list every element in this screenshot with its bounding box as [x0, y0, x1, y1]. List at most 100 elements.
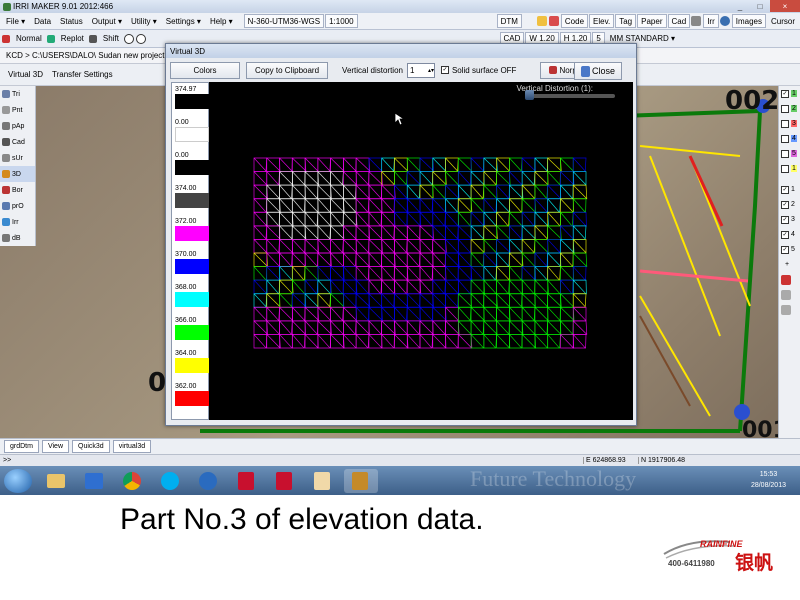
layer-checkbox[interactable] — [781, 164, 789, 173]
layer-checkbox[interactable]: ✓ — [781, 215, 789, 224]
3d-viewport[interactable]: Vertical Distortion (1): — [209, 82, 633, 420]
shift-tool[interactable]: Shift — [99, 30, 124, 47]
add-layer-icon[interactable]: + — [779, 257, 800, 272]
irr-button[interactable]: Irr — [703, 14, 719, 28]
layer-checkbox[interactable]: ✓ — [781, 245, 789, 254]
legend-entry[interactable]: 362.00 — [175, 382, 209, 406]
solid-surface-toggle[interactable]: ✓ Solid surface OFF — [440, 66, 516, 75]
menu-output[interactable]: Output ▾ — [88, 13, 127, 29]
layer-item[interactable]: ✓ 5 — [779, 242, 800, 257]
tag-button[interactable]: Tag — [615, 14, 637, 28]
target-icon[interactable] — [719, 16, 730, 26]
tab-transfer-settings[interactable]: Transfer Settings — [48, 64, 118, 85]
menu-data[interactable]: Data — [30, 13, 56, 29]
legend-color-swatch[interactable] — [175, 292, 209, 307]
pen-icon[interactable] — [779, 272, 800, 287]
layer-item[interactable]: 3 — [779, 116, 800, 131]
taskbar-app[interactable] — [78, 469, 112, 493]
cursor-menu[interactable]: Cursor — [767, 13, 800, 29]
tool-bor[interactable]: Bor — [0, 182, 35, 198]
tool-pnt[interactable]: Pnt — [0, 102, 35, 118]
layer-checkbox[interactable]: ✓ — [781, 185, 789, 194]
people-icon[interactable] — [548, 16, 559, 26]
tool-sur[interactable]: sUr — [0, 150, 35, 166]
layer-item[interactable]: ✓ 2 — [779, 197, 800, 212]
legend-color-swatch[interactable] — [175, 358, 209, 373]
text-icon[interactable] — [779, 287, 800, 302]
taskbar-app[interactable] — [344, 468, 378, 493]
vertical-distortion-spinner[interactable]: 1 ▴▾ — [406, 62, 435, 78]
tool-3d[interactable]: 3D — [0, 166, 35, 182]
menu-status[interactable]: Status — [56, 13, 88, 29]
layer-item[interactable]: ✓ 4 — [779, 227, 800, 242]
taskbar-app[interactable] — [268, 469, 302, 493]
dialog-title-bar[interactable]: Virtual 3D — [166, 44, 636, 58]
pencil-icon[interactable] — [536, 16, 547, 26]
legend-entry[interactable]: 368.00 — [175, 283, 209, 307]
legend-entry[interactable]: 372.00 — [175, 217, 209, 241]
dialog-close-button[interactable]: Close — [573, 62, 622, 80]
layer-item[interactable]: 2 — [779, 101, 800, 116]
legend-entry[interactable]: 364.00 — [175, 349, 209, 373]
layer-checkbox[interactable] — [781, 134, 789, 143]
legend-entry[interactable]: 0.00 — [175, 151, 209, 175]
tools-icon[interactable] — [691, 16, 702, 26]
tool-db[interactable]: dB — [0, 230, 35, 246]
legend-color-swatch[interactable] — [175, 127, 209, 142]
layer-checkbox[interactable]: ✓ — [781, 89, 789, 98]
tool-tri[interactable]: Tri — [0, 86, 35, 102]
legend-entry[interactable]: 0.00 — [175, 118, 209, 142]
taskbar-app[interactable] — [306, 469, 340, 493]
zoom-out-icon[interactable] — [135, 33, 146, 44]
menu-file[interactable]: File ▾ — [2, 13, 30, 29]
close-window-button[interactable]: × — [770, 0, 800, 12]
vertical-distortion-slider-handle[interactable] — [525, 90, 534, 100]
legend-entry[interactable]: 374.00 — [175, 184, 209, 208]
images-button[interactable]: Images — [731, 14, 766, 28]
legend-entry[interactable]: 374.97 — [175, 85, 209, 109]
scale-selector[interactable]: 1:1000 — [325, 14, 358, 28]
taskbar-app[interactable] — [154, 469, 188, 493]
system-clock[interactable]: 15:53 28/08/2013 — [751, 469, 786, 491]
tab-view[interactable]: View — [41, 440, 69, 453]
code-button[interactable]: Code — [560, 14, 589, 28]
legend-color-swatch[interactable] — [175, 94, 209, 109]
layer-item[interactable]: 4 — [779, 131, 800, 146]
layer-item[interactable]: ✓ 1 — [779, 86, 800, 101]
tool-pap[interactable]: pAp — [0, 118, 35, 134]
legend-color-swatch[interactable] — [175, 160, 209, 175]
layer-item[interactable]: 1 — [779, 161, 800, 176]
layer-checkbox[interactable] — [781, 104, 789, 113]
layer-checkbox[interactable]: ✓ — [781, 200, 789, 209]
legend-entry[interactable]: 366.00 — [175, 316, 209, 340]
legend-color-swatch[interactable] — [175, 391, 209, 406]
legend-color-swatch[interactable] — [175, 226, 209, 241]
crs-selector[interactable]: N-360-UTM36-WGS — [243, 14, 325, 28]
colors-button[interactable]: Colors — [170, 61, 240, 79]
vertical-distortion-slider-track[interactable] — [527, 94, 615, 98]
menu-help[interactable]: Help ▾ — [206, 13, 238, 29]
copy-clipboard-button[interactable]: Copy to Clipboard — [246, 61, 329, 79]
solid-surface-checkbox[interactable]: ✓ — [440, 66, 449, 74]
replot-tool[interactable]: Replot — [57, 30, 89, 47]
tab-virtual-3d[interactable]: Virtual 3D — [4, 64, 48, 85]
taskbar-app[interactable] — [192, 469, 226, 493]
minimize-button[interactable]: _ — [730, 0, 750, 12]
spinner-arrows-icon[interactable]: ▴▾ — [428, 67, 434, 74]
tab-grddtm[interactable]: grdDtm — [4, 440, 39, 453]
taskbar-app[interactable] — [230, 469, 264, 493]
taskbar-app[interactable] — [40, 469, 74, 493]
cad-button[interactable]: Cad — [667, 14, 691, 28]
tab-virtual3d[interactable]: virtual3d — [112, 440, 152, 453]
layer-item[interactable]: ✓ 1 — [779, 182, 800, 197]
layer-item[interactable]: 5 — [779, 146, 800, 161]
legend-color-swatch[interactable] — [175, 259, 209, 274]
elev-button[interactable]: Elev. — [589, 14, 615, 28]
legend-entry[interactable]: 370.00 — [175, 250, 209, 274]
layer-item[interactable]: ✓ 3 — [779, 212, 800, 227]
dtm-button[interactable]: DTM — [496, 14, 522, 28]
zoom-in-icon[interactable] — [123, 33, 134, 44]
taskbar-app[interactable] — [116, 469, 150, 493]
legend-color-swatch[interactable] — [175, 193, 209, 208]
tool-irr[interactable]: Irr — [0, 214, 35, 230]
